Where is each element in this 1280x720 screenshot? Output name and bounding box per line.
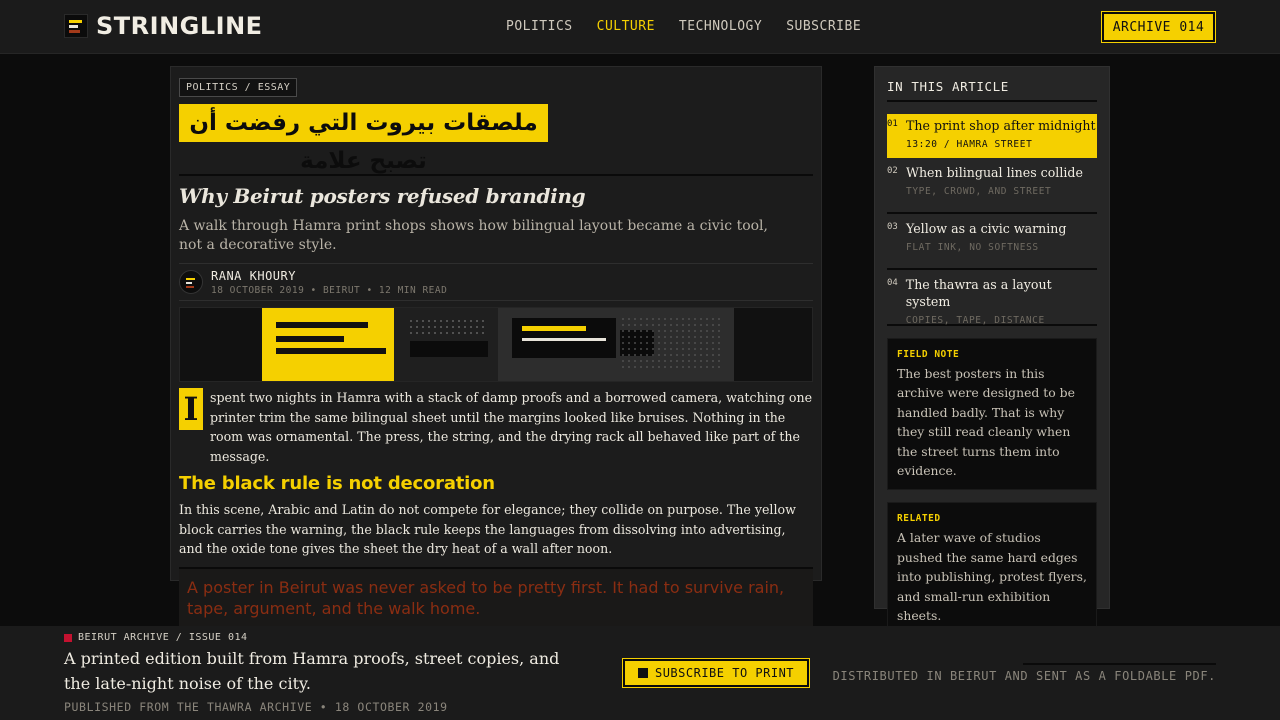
title-rule [179,174,813,176]
toc-item-2[interactable]: 02 When bilingual lines collide TYPE, CR… [887,158,1097,214]
footer-kicker-text: BEIRUT ARCHIVE / ISSUE 014 [78,632,248,643]
toc-item-sub: COPIES, TAPE, DISTANCE [905,315,1045,326]
hero-poster-image [179,307,813,382]
brand[interactable]: STRINGLINE [64,12,263,40]
toc-item-title: The thawra as a layout system [905,277,1052,309]
article-dek: A walk through Hamra print shops shows h… [179,218,768,253]
subscribe-to-print-button[interactable]: SUBSCRIBE TO PRINT [622,658,810,688]
toc-item-sub: TYPE, CROWD, AND STREET [906,186,1052,197]
toc-item-sub: FLAT INK, NO SOFTNESS [906,242,1039,253]
arabic-title: ملصقات بيروت التي رفضت أن تصبح علامة [179,104,548,174]
toc-item-number: 03 [887,222,898,232]
drop-cap: I [179,388,203,430]
article-meta: 18 OCTOBER 2019 • BEIRUT • 12 MIN READ [211,284,448,296]
related-note[interactable]: RELATED A later wave of studios pushed t… [887,502,1097,636]
article-card: POLITICS / ESSAY ملصقات بيروت التي رفضت … [170,66,822,628]
main-nav: POLITICS CULTURE TECHNOLOGY SUBSCRIBE [506,19,861,34]
footer-kicker: BEIRUT ARCHIVE / ISSUE 014 [64,632,248,643]
toc-item-sub: 13:20 / HAMRA STREET [906,139,1033,150]
field-note-text: The best posters in this archive were de… [897,366,1075,479]
hero-dark-panel [394,308,498,381]
subscribe-label: SUBSCRIBE TO PRINT [654,666,795,680]
lead-paragraph: I spent two nights in Hamra with a stack… [179,388,813,466]
red-square-icon [64,633,72,642]
nav-subscribe[interactable]: SUBSCRIBE [786,19,861,34]
footer: BEIRUT ARCHIVE / ISSUE 014 A printed edi… [0,626,1280,720]
nav-politics[interactable]: POLITICS [506,19,573,34]
article-kicker[interactable]: POLITICS / ESSAY [179,78,298,97]
toc-item-1[interactable]: 01 The print shop after midnight 13:20 /… [887,114,1097,158]
article-headline: Why Beirut posters refused branding [179,184,586,208]
pull-quote: A poster in Beirut was never asked to be… [179,566,813,628]
table-of-contents: IN THIS ARTICLE 01 The print shop after … [874,66,1110,636]
archive-button[interactable]: ARCHIVE 014 [1101,11,1216,43]
toc-item-title: Yellow as a civic warning [906,221,1067,236]
footer-distribution: DISTRIBUTED IN BEIRUT AND SENT AS A FOLD… [832,669,1216,683]
stringline-logo-icon [64,14,88,38]
hero-grey-panel [498,308,734,381]
author-name[interactable]: RANA KHOURY [211,269,447,283]
related-text: A later wave of studios pushed the same … [897,530,1087,624]
footer-published: PUBLISHED FROM THE THAWRA ARCHIVE • 18 O… [64,700,448,714]
field-note-label: FIELD NOTE [897,349,960,360]
toc-item-number: 04 [887,278,898,288]
related-label: RELATED [897,513,941,525]
brand-name: STRINGLINE [96,12,263,40]
author-avatar[interactable] [179,270,203,294]
byline: RANA KHOURY 18 OCTOBER 2019 • BEIRUT • 1… [179,263,813,301]
square-icon [637,668,648,678]
nav-culture[interactable]: CULTURE [597,19,655,34]
toc-item-number: 01 [887,119,898,129]
toc-title: IN THIS ARTICLE [887,79,1097,102]
top-bar: STRINGLINE POLITICS CULTURE TECHNOLOGY S… [0,0,1280,54]
section-subhead: The black rule is not decoration [179,473,495,494]
hero-yellow-poster [262,308,394,381]
nav-technology[interactable]: TECHNOLOGY [679,19,762,34]
footer-rule [1023,663,1216,665]
footer-description: A printed edition built from Hamra proof… [64,649,560,693]
toc-item-title: The print shop after midnight [906,118,1096,133]
toc-item-title: When bilingual lines collide [906,165,1083,180]
toc-item-3[interactable]: 03 Yellow as a civic warning FLAT INK, N… [887,214,1097,270]
toc-item-number: 02 [887,166,898,176]
toc-item-4[interactable]: 04 The thawra as a layout system COPIES,… [887,270,1097,326]
lead-text: spent two nights in Hamra with a stack o… [210,390,813,464]
field-note: FIELD NOTE The best posters in this arch… [887,338,1097,491]
body-paragraph: In this scene, Arabic and Latin do not c… [179,502,796,556]
